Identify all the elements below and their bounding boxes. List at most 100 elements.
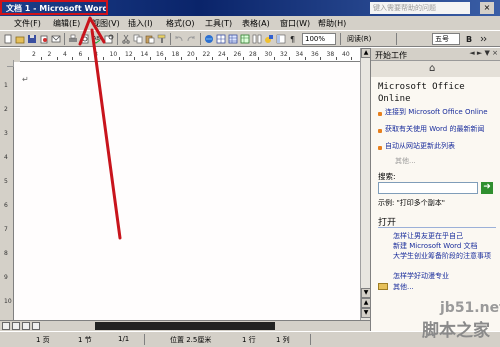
print-preview-icon[interactable] xyxy=(80,34,90,44)
menu-tools[interactable]: 工具(T) xyxy=(205,18,232,29)
vertical-ruler-number: 5 xyxy=(4,178,8,185)
ruler-tick xyxy=(258,57,259,60)
help-search-input[interactable]: 键入需要帮助的问题 xyxy=(370,2,470,14)
ruler-tick xyxy=(335,57,337,60)
menu-table[interactable]: 表格(A) xyxy=(242,18,270,29)
web-view-icon[interactable] xyxy=(12,322,20,330)
ruler-tick xyxy=(242,57,244,60)
zoom-select[interactable]: 100% xyxy=(302,33,336,45)
task-pane-nav-icon[interactable]: ◄ ► ▼ × xyxy=(469,49,498,57)
bullet-icon xyxy=(378,146,382,150)
print-view-icon[interactable] xyxy=(22,322,30,330)
tables-icon[interactable] xyxy=(216,34,226,44)
insert-table-icon[interactable] xyxy=(228,34,238,44)
menu-format[interactable]: 格式(O) xyxy=(166,18,195,29)
toolbar-separator xyxy=(117,33,118,45)
bullet-icon xyxy=(378,112,382,116)
cut-icon[interactable] xyxy=(121,34,131,44)
recent-file[interactable]: 新建 Microsoft Word 文档 xyxy=(393,242,497,251)
ruler-number: 4 xyxy=(63,51,67,58)
spelling-icon[interactable]: ABC xyxy=(92,34,102,44)
menu-edit[interactable]: 编辑(E) xyxy=(53,18,80,29)
columns-icon[interactable] xyxy=(252,34,262,44)
toolbar-separator xyxy=(64,33,65,45)
redo-icon[interactable] xyxy=(186,34,196,44)
horizontal-ruler[interactable]: 2 2 4 6 8 10 12 14 16 18 20 22 24 26 28 30 32 34 36 38 40 xyxy=(20,48,360,62)
format-painter-icon[interactable] xyxy=(157,34,167,44)
ruler-tick xyxy=(273,57,275,60)
task-pane-title[interactable]: 开始工作 xyxy=(375,50,407,61)
task-pane-header: 开始工作 ◄ ► ▼ × xyxy=(371,48,500,61)
toolbar-options-icon[interactable] xyxy=(478,34,488,44)
office-online-brand: Microsoft Office Online xyxy=(378,82,465,104)
status-separator xyxy=(310,334,311,345)
vertical-ruler-number: 1 xyxy=(4,82,8,89)
svg-text:¶: ¶ xyxy=(290,35,295,44)
horizontal-scrollbar[interactable] xyxy=(0,320,370,331)
new-icon[interactable] xyxy=(3,34,13,44)
home-icon[interactable]: ⌂ xyxy=(429,63,435,74)
font-size-select[interactable]: 五号 xyxy=(432,33,460,45)
ruler-tick xyxy=(304,57,306,60)
status-page: 1 页 xyxy=(36,336,50,344)
hyperlink-icon[interactable] xyxy=(204,34,214,44)
search-go-icon[interactable]: ➜ xyxy=(481,182,493,194)
link-auto-update[interactable]: 自动从网站更新此列表 xyxy=(385,142,497,151)
bold-icon[interactable]: B xyxy=(464,34,474,44)
menu-bar: 文件(F) 编辑(E) 视图(V) 插入(I) 格式(O) 工具(T) 表格(A… xyxy=(0,16,500,30)
menu-insert[interactable]: 插入(I) xyxy=(128,18,153,29)
vertical-ruler[interactable]: 1 2 3 4 5 6 7 8 9 10 xyxy=(0,62,14,320)
ruler-number: 10 xyxy=(109,51,118,58)
copy-icon[interactable] xyxy=(133,34,143,44)
undo-icon[interactable] xyxy=(174,34,184,44)
ruler-tick xyxy=(227,57,228,60)
document-page[interactable] xyxy=(14,62,360,320)
open-icon[interactable] xyxy=(15,34,25,44)
read-button[interactable]: 阅读(R) xyxy=(344,33,380,45)
vertical-ruler-number: 8 xyxy=(4,250,8,257)
ruler-number: 6 xyxy=(78,51,83,58)
link-latest-news[interactable]: 获取有关使用 Word 的最新新闻 xyxy=(385,125,497,134)
other-files-link[interactable]: 其他... xyxy=(393,283,497,292)
outline-view-icon[interactable] xyxy=(32,322,40,330)
task-pane-home-bar: ⌂ xyxy=(371,61,500,77)
save-icon[interactable] xyxy=(27,34,37,44)
search-input[interactable] xyxy=(378,182,478,194)
recent-file[interactable]: 怎样让男友更在乎自己 xyxy=(393,232,497,241)
scroll-thumb[interactable] xyxy=(95,322,275,330)
vertical-ruler-number: 6 xyxy=(4,202,8,209)
ruler-tick xyxy=(289,57,290,60)
permission-icon[interactable] xyxy=(39,34,49,44)
vertical-scrollbar[interactable]: ▲ ▼ ▲ ▼ xyxy=(360,48,371,320)
status-column: 1 列 xyxy=(276,336,290,344)
document-map-icon[interactable] xyxy=(276,34,286,44)
ruler-number: 32 xyxy=(280,51,288,58)
ruler-tick xyxy=(56,57,58,60)
menu-view[interactable]: 视图(V) xyxy=(92,18,120,29)
research-icon[interactable] xyxy=(104,34,114,44)
menu-file[interactable]: 文件(F) xyxy=(14,18,41,29)
drawing-icon[interactable] xyxy=(264,34,274,44)
task-pane: 开始工作 ◄ ► ▼ × ⌂ Microsoft Office Online 连… xyxy=(370,48,500,331)
normal-view-icon[interactable] xyxy=(2,322,10,330)
recent-file[interactable]: 大学生创业筹备阶段的注意事项 xyxy=(393,252,497,261)
ruler-tick xyxy=(149,57,151,60)
more-link[interactable]: 其他... xyxy=(395,156,416,166)
excel-icon[interactable] xyxy=(240,34,250,44)
toolbar-separator xyxy=(396,33,397,45)
show-hide-icon[interactable]: ¶ xyxy=(288,34,298,44)
section-divider xyxy=(378,227,496,228)
email-icon[interactable] xyxy=(51,34,61,44)
link-connect-office-online[interactable]: 连接到 Microsoft Office Online xyxy=(385,108,497,117)
title-highlight-box xyxy=(0,0,108,15)
recent-file[interactable]: 怎样学好动漫专业 xyxy=(393,272,497,281)
status-separator xyxy=(144,334,145,345)
paste-icon[interactable] xyxy=(145,34,155,44)
close-icon[interactable]: × xyxy=(480,2,494,14)
menu-window[interactable]: 窗口(W) xyxy=(280,18,310,29)
print-icon[interactable] xyxy=(68,34,78,44)
ruler-tick xyxy=(211,57,213,60)
ruler-tick xyxy=(87,57,89,60)
menu-help[interactable]: 帮助(H) xyxy=(318,18,346,29)
svg-text:B: B xyxy=(466,35,472,44)
